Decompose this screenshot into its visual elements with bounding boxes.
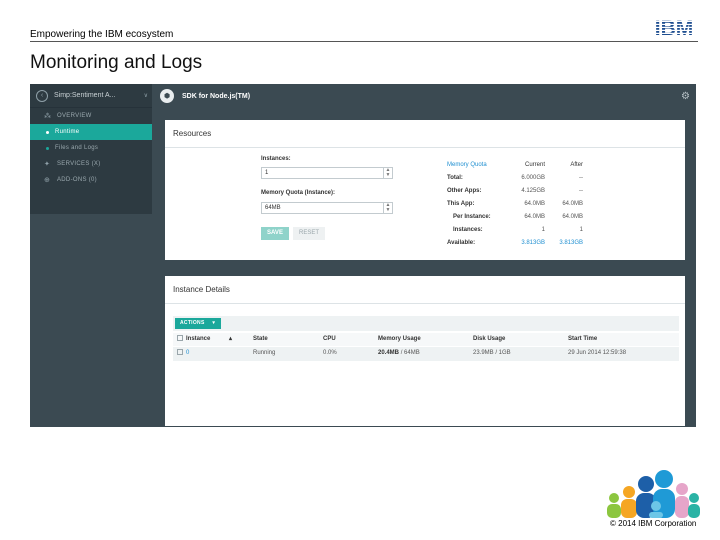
column-header-instance[interactable]: Instance	[177, 333, 210, 346]
quota-label: Available:	[447, 239, 476, 246]
instances-label: Instances:	[261, 156, 291, 162]
memory-quota-label: Memory Quota (Instance):	[261, 190, 336, 196]
quota-label: Instances:	[453, 226, 483, 233]
bullet-icon	[46, 146, 49, 150]
runtime-icon: ⬢	[160, 89, 174, 103]
sidebar-item-label: SERVICES (X)	[57, 161, 101, 167]
sidebar: ‹ Simp:Sentiment A... ∨ ⁂ OVERVIEW Runti…	[30, 84, 152, 214]
chevron-down-icon: ▾	[212, 320, 216, 326]
quota-current: 1	[541, 226, 545, 233]
column-header-memory-usage[interactable]: Memory Usage	[378, 333, 421, 346]
actions-bar: ACTIONS ▾	[173, 316, 679, 331]
runtime-title: SDK for Node.js(TM)	[182, 92, 251, 100]
quota-current: 64.0MB	[524, 213, 545, 220]
sort-icon[interactable]: ▴	[229, 333, 232, 346]
disk-usage-cell: 23.9MB / 1GB	[473, 350, 511, 356]
overview-icon: ⁂	[44, 112, 52, 120]
table-row[interactable]: 0 Running 0.0% 20.4MB / 64MB 23.9MB / 1G…	[173, 347, 679, 361]
sidebar-item-label: OVERVIEW	[57, 113, 92, 119]
memory-quota-stepper[interactable]: ▲ ▼	[383, 203, 392, 213]
quota-after: 1	[579, 226, 583, 233]
quota-header[interactable]: Memory Quota	[447, 162, 493, 168]
instance-details-title: Instance Details	[165, 276, 685, 304]
instances-field[interactable]: 1 ▲ ▼	[261, 167, 393, 179]
memory-quota-table: Memory Quota Current After Total: 6.000G…	[447, 158, 583, 249]
quota-label: This App:	[447, 200, 475, 207]
actions-button[interactable]: ACTIONS ▾	[175, 318, 221, 329]
actions-label: ACTIONS	[180, 320, 205, 326]
resources-title: Resources	[165, 120, 685, 148]
header-rule	[30, 41, 698, 42]
resources-panel: Resources Instances: 1 ▲ ▼ Memory Quota (…	[165, 120, 685, 260]
ibm-logo: IBM	[655, 17, 694, 38]
table-header: Instance ▴ State CPU Memory Usage Disk U…	[173, 333, 679, 346]
sidebar-item-overview[interactable]: ⁂ OVERVIEW	[30, 108, 152, 124]
quota-header-row: Memory Quota Current After	[447, 158, 583, 171]
gear-icon[interactable]: ⚙	[681, 91, 690, 102]
quota-after: 64.0MB	[562, 213, 583, 220]
quota-header: After	[570, 161, 583, 168]
start-time-cell: 29 Jun 2014 12:59:38	[568, 350, 627, 356]
quota-current: 64.0MB	[524, 200, 545, 207]
chevron-down-icon[interactable]: ∨	[144, 92, 148, 99]
app-name[interactable]: Simp:Sentiment A...	[54, 92, 138, 99]
sidebar-item-label: ADD-ONS (0)	[57, 177, 97, 183]
sidebar-item-label: Files and Logs	[55, 145, 99, 151]
quota-after: --	[579, 174, 583, 181]
sidebar-item-runtime[interactable]: Runtime	[30, 124, 152, 140]
instances-value: 1	[265, 170, 269, 176]
quota-header: Current	[524, 161, 545, 168]
sidebar-item-addons[interactable]: ⊕ ADD-ONS (0)	[30, 172, 152, 188]
quota-label: Total:	[447, 174, 463, 181]
column-header-cpu[interactable]: CPU	[323, 333, 336, 346]
quota-after: 64.0MB	[562, 200, 583, 207]
reset-button[interactable]: RESET	[293, 227, 325, 240]
app-topbar: ⬢ SDK for Node.js(TM) ⚙	[152, 84, 696, 108]
memory-usage-cell: 20.4MB / 64MB	[378, 350, 420, 356]
instance-details-panel: Instance Details ACTIONS ▾ Instance ▴ St…	[165, 276, 685, 426]
quota-after: 3.813GB	[559, 239, 583, 246]
back-icon[interactable]: ‹	[36, 89, 48, 102]
cpu-cell: 0.0%	[323, 350, 337, 356]
quota-label: Per Instance:	[453, 213, 491, 220]
column-header-state[interactable]: State	[253, 333, 268, 346]
quota-row: Other Apps: 4.125GB --	[447, 184, 583, 197]
svg-text:IBM: IBM	[655, 17, 694, 38]
state-cell: Running	[253, 350, 276, 356]
instance-cell: 0	[177, 347, 189, 360]
select-all-checkbox[interactable]	[177, 335, 183, 342]
sidebar-item-services[interactable]: ✦ SERVICES (X)	[30, 156, 152, 172]
row-checkbox[interactable]	[177, 349, 183, 356]
quota-row: Per Instance: 64.0MB 64.0MB	[447, 210, 583, 223]
sidebar-item-label: Runtime	[55, 129, 80, 135]
sidebar-item-files-and-logs[interactable]: Files and Logs	[30, 140, 152, 156]
addons-icon: ⊕	[44, 176, 51, 184]
column-header-start-time[interactable]: Start Time	[568, 333, 597, 346]
column-header-disk-usage[interactable]: Disk Usage	[473, 333, 505, 346]
memory-quota-value: 64MB	[265, 205, 281, 211]
sidebar-header: ‹ Simp:Sentiment A... ∨	[30, 84, 152, 108]
bullet-icon	[46, 130, 49, 134]
memory-quota-field[interactable]: 64MB ▲ ▼	[261, 202, 393, 214]
people-graphic	[607, 470, 700, 518]
slide-header: Empowering the IBM ecosystem	[30, 29, 174, 40]
quota-row: Total: 6.000GB --	[447, 171, 583, 184]
quota-row: This App: 64.0MB 64.0MB	[447, 197, 583, 210]
services-icon: ✦	[44, 160, 51, 168]
quota-current: 3.813GB	[521, 239, 545, 246]
quota-row: Available: 3.813GB 3.813GB	[447, 236, 583, 249]
app-screenshot: ‹ Simp:Sentiment A... ∨ ⁂ OVERVIEW Runti…	[30, 84, 696, 427]
quota-current: 4.125GB	[521, 187, 545, 194]
quota-current: 6.000GB	[521, 174, 545, 181]
instances-stepper[interactable]: ▲ ▼	[383, 168, 392, 178]
save-button[interactable]: SAVE	[261, 227, 289, 240]
quota-row: Instances: 1 1	[447, 223, 583, 236]
quota-after: --	[579, 187, 583, 194]
copyright: © 2014 IBM Corporation	[610, 519, 697, 528]
slide-title: Monitoring and Logs	[30, 52, 203, 73]
quota-label: Other Apps:	[447, 187, 482, 194]
